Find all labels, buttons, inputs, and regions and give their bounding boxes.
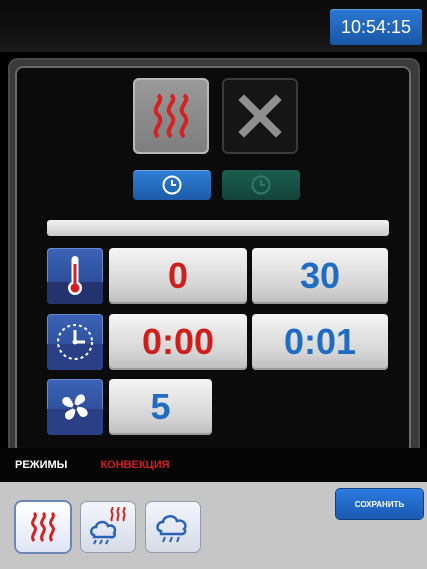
close-icon: [238, 94, 282, 138]
mode-tray: СОХРАНИТЬ: [0, 482, 427, 569]
mode-bar: РЕЖИМЫ КОНВЕКЦИЯ: [0, 448, 427, 482]
cancel-mode-button[interactable]: [222, 78, 298, 154]
combi-mode-button[interactable]: [81, 502, 135, 552]
heat-waves-icon: [31, 511, 55, 542]
current-temperature-value[interactable]: 0: [109, 248, 247, 304]
clock-icon: [251, 175, 271, 195]
clock-time: 10:54:15: [340, 16, 412, 37]
target-temperature-button[interactable]: 30: [252, 248, 388, 304]
clock-icon: [162, 175, 182, 195]
convection-mode-button[interactable]: [16, 502, 70, 552]
thermometer-icon: [47, 256, 103, 304]
clock-badge: 10:54:15: [330, 9, 422, 45]
progress-bar: [47, 220, 389, 236]
elapsed-time-value[interactable]: 0:00: [109, 314, 247, 370]
fan-row-icon: [47, 379, 103, 435]
timer-off-button[interactable]: [222, 170, 300, 200]
top-bar: 10:54:15: [0, 0, 427, 52]
heat-mode-button[interactable]: [133, 78, 209, 154]
mode-label: РЕЖИМЫ: [15, 459, 68, 471]
heat-waves-icon: [153, 93, 189, 139]
timer-dial-icon: [47, 324, 103, 370]
save-button[interactable]: СОХРАНИТЬ: [336, 489, 423, 519]
combi-steam-heat-icon: [90, 507, 126, 545]
fan-icon: [47, 394, 103, 435]
target-time-button[interactable]: 0:01: [252, 314, 388, 370]
timer-on-button[interactable]: [133, 170, 211, 200]
steam-mode-button[interactable]: [146, 502, 200, 552]
steam-icon: [156, 515, 187, 543]
temperature-row-icon: [47, 248, 103, 304]
fan-speed-button[interactable]: 5: [109, 379, 212, 435]
time-row-icon: [47, 314, 103, 370]
mode-value: КОНВЕКЦИЯ: [100, 459, 170, 471]
